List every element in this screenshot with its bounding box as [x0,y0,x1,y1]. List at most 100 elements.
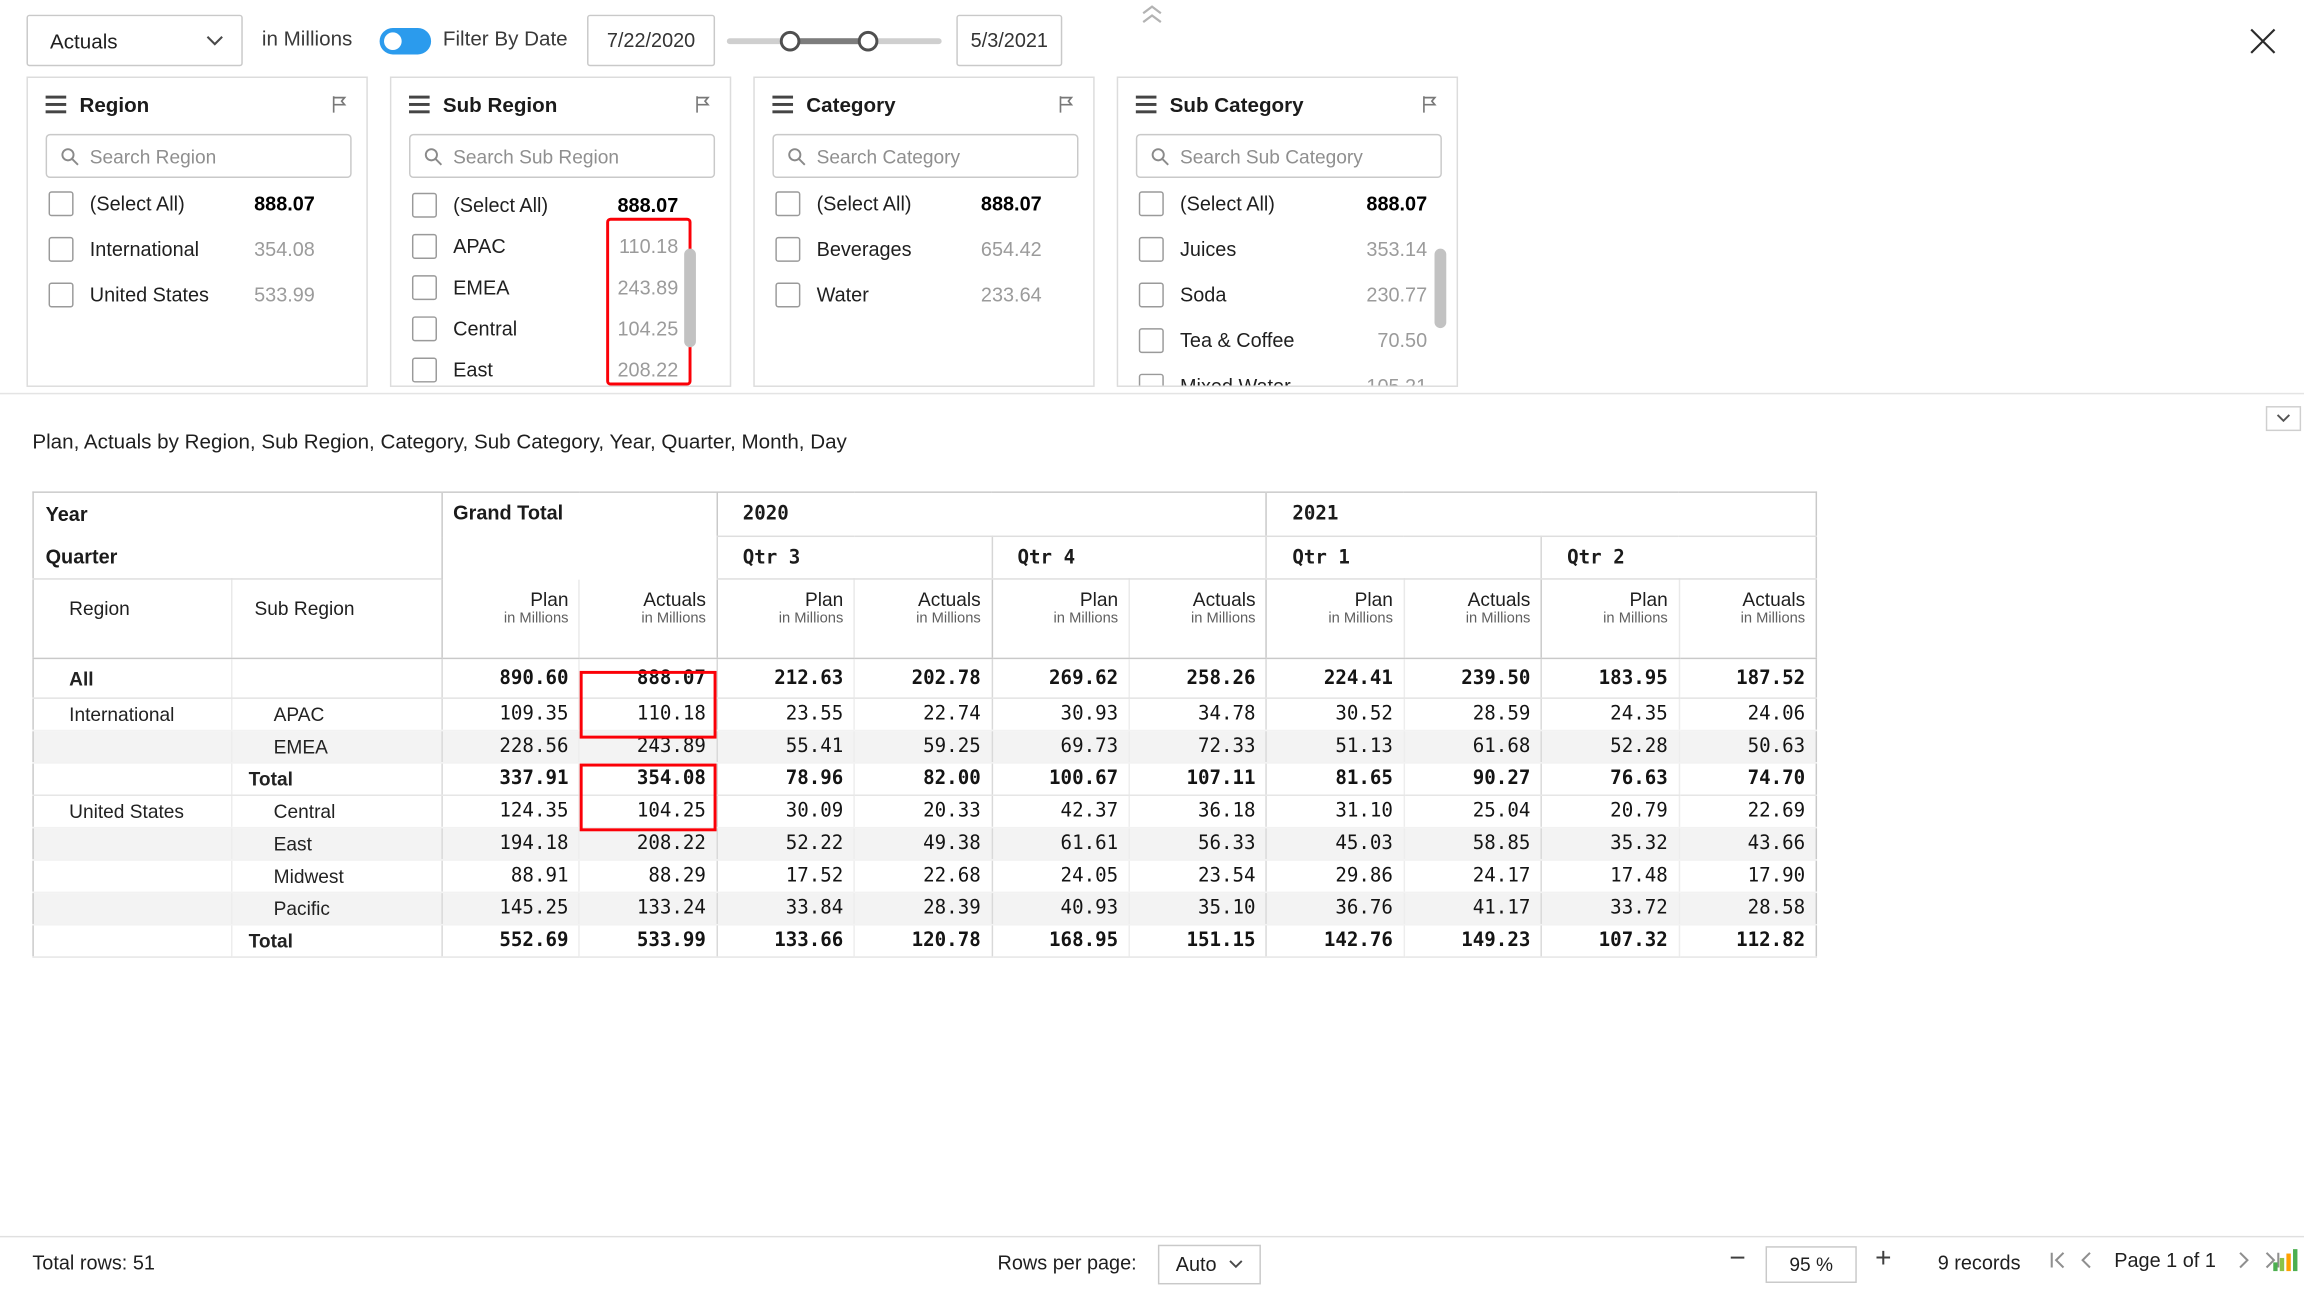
value-cell[interactable]: 30.09 [717,795,854,827]
region-column-header[interactable]: Region [33,579,232,658]
value-cell[interactable]: 36.76 [1267,892,1404,924]
zoom-in-button[interactable]: + [1869,1243,1898,1275]
value-cell[interactable]: 533.99 [580,925,717,957]
value-cell[interactable]: 890.60 [442,658,579,698]
checkbox[interactable] [412,192,437,217]
region-cell[interactable] [33,892,232,924]
filter-item[interactable]: United States 533.99 [28,272,366,318]
measure-actuals-header[interactable]: Actualsin Millions [1679,579,1816,658]
value-cell[interactable]: 58.85 [1404,828,1541,860]
filter-search-input[interactable]: Search Sub Region [409,134,715,178]
value-cell[interactable]: 107.32 [1541,925,1678,957]
sub-region-cell[interactable]: Total [232,763,442,795]
filter-item[interactable]: Beverages 654.42 [755,227,1093,273]
flag-icon[interactable] [693,94,712,115]
filter-search-input[interactable]: Search Category [772,134,1078,178]
filter-item[interactable]: EMEA 243.89 [391,266,729,307]
flag-icon[interactable] [1420,94,1439,115]
measure-actuals-header[interactable]: Actualsin Millions [854,579,991,658]
filter-item[interactable]: Soda 230.77 [1118,272,1456,318]
zoom-out-button[interactable]: − [1723,1243,1752,1275]
value-cell[interactable]: 354.08 [580,763,717,795]
rows-per-page-dropdown[interactable]: Auto [1158,1245,1261,1285]
region-cell[interactable] [33,925,232,957]
filter-item[interactable]: Mixed Water 105.21 [1118,363,1456,387]
value-cell[interactable]: 552.69 [442,925,579,957]
value-cell[interactable]: 42.37 [992,795,1129,827]
measure-dropdown[interactable]: Actuals [26,15,242,66]
value-cell[interactable]: 61.61 [992,828,1129,860]
checkbox[interactable] [1139,282,1164,307]
date-end-input[interactable]: 5/3/2021 [956,15,1062,66]
value-cell[interactable]: 29.86 [1267,860,1404,892]
value-cell[interactable]: 22.69 [1679,795,1816,827]
prev-page-icon[interactable] [2076,1249,2098,1271]
checkbox[interactable] [412,274,437,299]
checkbox[interactable] [1139,328,1164,353]
value-cell[interactable]: 228.56 [442,731,579,763]
close-icon[interactable] [2250,28,2276,54]
scrollbar[interactable] [1435,249,1447,328]
value-cell[interactable]: 151.15 [1129,925,1266,957]
value-cell[interactable]: 104.25 [580,795,717,827]
filter-item[interactable]: Tea & Coffee 70.50 [1118,318,1456,364]
value-cell[interactable]: 56.33 [1129,828,1266,860]
flag-icon[interactable] [330,94,349,115]
value-cell[interactable]: 23.55 [717,698,854,730]
measure-plan-header[interactable]: Planin Millions [717,579,854,658]
region-cell[interactable]: International [33,698,232,730]
value-cell[interactable]: 31.10 [1267,795,1404,827]
value-cell[interactable]: 28.39 [854,892,991,924]
filter-item[interactable]: Juices 353.14 [1118,227,1456,273]
region-cell[interactable] [33,828,232,860]
collapse-toolbar-icon[interactable] [1140,4,1164,23]
zoom-level-box[interactable]: 95 % [1766,1246,1857,1283]
value-cell[interactable]: 100.67 [992,763,1129,795]
value-cell[interactable]: 25.04 [1404,795,1541,827]
checkbox[interactable] [49,237,74,262]
checkbox[interactable] [412,316,437,341]
value-cell[interactable]: 28.59 [1404,698,1541,730]
value-cell[interactable]: 35.10 [1129,892,1266,924]
filter-item[interactable]: Central 104.25 [391,308,729,349]
sub-region-cell[interactable]: East [232,828,442,860]
region-cell[interactable]: United States [33,795,232,827]
value-cell[interactable]: 194.18 [442,828,579,860]
value-cell[interactable]: 82.00 [854,763,991,795]
menu-icon[interactable] [46,96,67,114]
scrollbar[interactable] [684,249,696,348]
value-cell[interactable]: 45.03 [1267,828,1404,860]
value-cell[interactable]: 239.50 [1404,658,1541,698]
sub-region-cell[interactable]: EMEA [232,731,442,763]
checkbox[interactable] [775,237,800,262]
value-cell[interactable]: 81.65 [1267,763,1404,795]
filter-item[interactable]: International 354.08 [28,227,366,273]
sub-region-cell[interactable]: Midwest [232,860,442,892]
value-cell[interactable]: 269.62 [992,658,1129,698]
menu-icon[interactable] [772,96,793,114]
grand-total-header[interactable]: Grand Total [442,492,717,579]
value-cell[interactable]: 61.68 [1404,731,1541,763]
value-cell[interactable]: 72.33 [1129,731,1266,763]
filter-item[interactable]: East 208.22 [391,349,729,387]
menu-icon[interactable] [1136,96,1157,114]
quarter-header[interactable]: Qtr 2 [1541,536,1816,579]
value-cell[interactable]: 41.17 [1404,892,1541,924]
year-2021-header[interactable]: 2021 [1267,492,1817,536]
value-cell[interactable]: 17.48 [1541,860,1678,892]
checkbox[interactable] [1139,237,1164,262]
value-cell[interactable]: 168.95 [992,925,1129,957]
measure-plan-header[interactable]: Planin Millions [442,579,579,658]
value-cell[interactable]: 110.18 [580,698,717,730]
value-cell[interactable]: 23.54 [1129,860,1266,892]
value-cell[interactable]: 208.22 [580,828,717,860]
region-cell[interactable] [33,731,232,763]
filter-item[interactable]: (Select All) 888.07 [28,181,366,227]
value-cell[interactable]: 28.58 [1679,892,1816,924]
sub-region-cell[interactable]: Total [232,925,442,957]
value-cell[interactable]: 24.06 [1679,698,1816,730]
value-cell[interactable]: 17.90 [1679,860,1816,892]
value-cell[interactable]: 20.33 [854,795,991,827]
value-cell[interactable]: 88.29 [580,860,717,892]
value-cell[interactable]: 107.11 [1129,763,1266,795]
